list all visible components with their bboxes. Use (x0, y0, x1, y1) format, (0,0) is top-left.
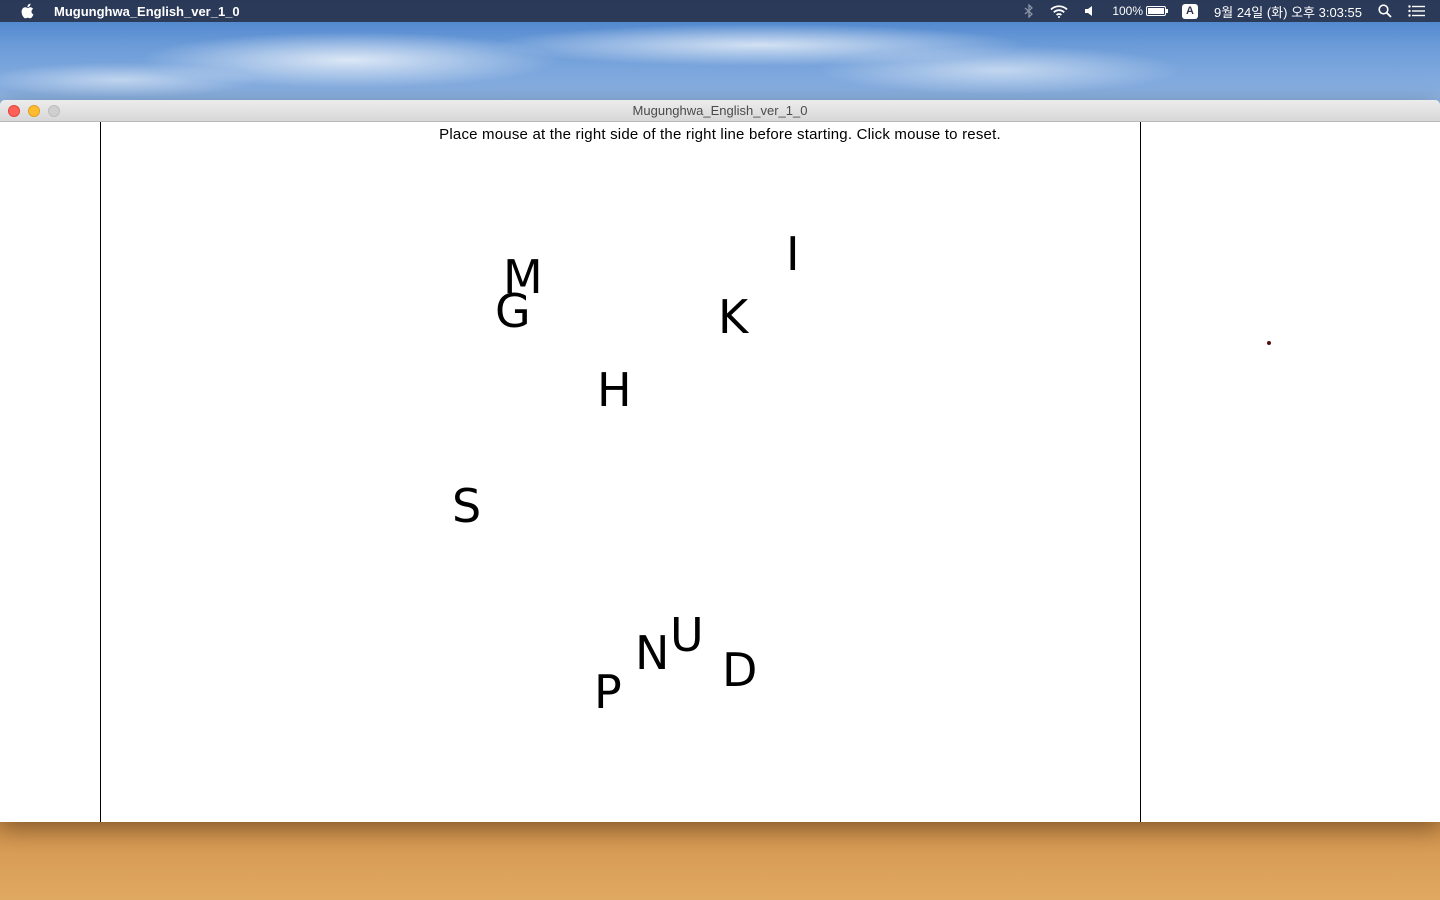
letter-s: S (452, 479, 482, 533)
desktop-wallpaper-sand (0, 820, 1440, 900)
window-titlebar[interactable]: Mugunghwa_English_ver_1_0 (0, 100, 1440, 122)
left-boundary-line (100, 122, 101, 822)
app-window: Mugunghwa_English_ver_1_0 Place mouse at… (0, 100, 1440, 822)
letter-i: I (786, 227, 800, 281)
bluetooth-icon[interactable] (1024, 4, 1034, 18)
letter-p: P (594, 665, 622, 719)
battery-status[interactable]: 100% (1112, 4, 1169, 18)
apple-icon[interactable] (20, 3, 34, 19)
mouse-pointer-dot (1267, 341, 1271, 345)
window-title: Mugunghwa_English_ver_1_0 (632, 103, 808, 118)
spotlight-icon[interactable] (1378, 4, 1392, 18)
active-app-name[interactable]: Mugunghwa_English_ver_1_0 (54, 4, 240, 19)
battery-percent: 100% (1112, 4, 1144, 18)
game-canvas[interactable]: Place mouse at the right side of the rig… (0, 122, 1440, 822)
right-boundary-line (1140, 122, 1141, 822)
letter-h: H (597, 363, 632, 417)
letter-k: K (718, 290, 749, 344)
wifi-icon[interactable] (1050, 4, 1068, 18)
letter-g: G (495, 284, 531, 338)
menu-bar: Mugunghwa_English_ver_1_0 100% A 9월 24일 … (0, 0, 1440, 22)
battery-icon (1146, 6, 1169, 16)
volume-icon[interactable] (1084, 5, 1096, 17)
letter-d: D (722, 643, 758, 697)
letter-n: N (635, 626, 670, 680)
instruction-text: Place mouse at the right side of the rig… (439, 126, 1001, 143)
clock[interactable]: 9월 24일 (화) 오후 3:03:55 (1214, 2, 1362, 21)
letter-u: U (670, 608, 704, 662)
notification-center-icon[interactable] (1408, 5, 1426, 17)
input-source-menu[interactable]: A (1182, 3, 1199, 19)
input-source-icon: A (1182, 3, 1199, 19)
